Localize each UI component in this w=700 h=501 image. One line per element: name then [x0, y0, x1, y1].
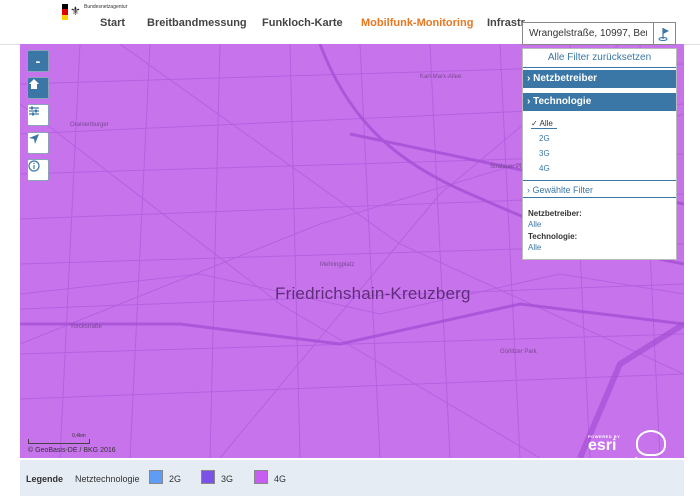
summary-value-netzbetreiber: Alle [528, 220, 542, 229]
filter-section-technologie[interactable]: › Technologie [523, 93, 676, 111]
legend-swatch-2g [149, 470, 163, 484]
home-icon [29, 79, 39, 89]
section-label: Technologie [533, 96, 592, 107]
navigation-arrow-icon [29, 134, 39, 144]
summary-value-technologie: Alle [528, 243, 542, 252]
address-search-input[interactable] [529, 26, 647, 40]
esri-text: esri [588, 437, 617, 454]
filter-panel: Alle Filter zurücksetzen › Netzbetreiber… [522, 48, 677, 260]
locate-button[interactable] [27, 132, 49, 154]
zafaco-text: zafaco [626, 456, 651, 458]
chosen-filters-label: Gewählte Filter [532, 185, 594, 195]
section-label: Netzbetreiber [533, 73, 598, 84]
home-button[interactable] [27, 77, 49, 99]
agency-name: Bundesnetzagentur [84, 4, 128, 10]
zafaco-logo: zafaco [626, 430, 666, 458]
tech-option-4g[interactable]: 4G [539, 164, 550, 173]
legend-label-4g: 4G [274, 474, 287, 484]
map-flag-icon [658, 27, 669, 41]
scale-bar [28, 439, 90, 444]
filter-section-netzbetreiber[interactable]: › Netzbetreiber [523, 70, 676, 88]
street-label: Oranienburger [70, 122, 109, 128]
summary-label-technologie: Technologie: [528, 232, 578, 241]
nav-start[interactable]: Start [100, 17, 125, 29]
nav-infrastruktur[interactable]: Infrastr [487, 17, 525, 29]
address-search [522, 22, 676, 45]
nav-mobilfunk-monitoring[interactable]: Mobilfunk-Monitoring [361, 17, 473, 29]
sliders-icon [29, 106, 39, 116]
legend-label-3g: 3G [221, 474, 234, 484]
nav-funkloch-karte[interactable]: Funkloch-Karte [262, 17, 343, 29]
tech-option-3g[interactable]: 3G [539, 149, 550, 158]
esri-logo: POWERED BY esri [588, 434, 620, 455]
street-label: Görlitzer Park [500, 349, 537, 355]
street-label: Karl-Marx-Allee [420, 74, 462, 80]
legend-subtitle: Netztechnologie [75, 474, 140, 484]
tech-option-2g[interactable]: 2G [539, 134, 550, 143]
scale-label: 0,4km [72, 433, 86, 439]
legend-swatch-4g [254, 470, 268, 484]
legend-label-2g: 2G [169, 474, 182, 484]
reset-filters-button[interactable]: Alle Filter zurücksetzen [523, 49, 676, 68]
chosen-filters-toggle[interactable]: › Gewählte Filter [523, 180, 676, 198]
search-location-button[interactable] [653, 23, 675, 44]
info-button[interactable] [27, 159, 49, 181]
street-label: Yorckstraße [70, 324, 102, 330]
legend-swatch-3g [201, 470, 215, 484]
tech-option-alle[interactable]: ✓ Alle [531, 119, 557, 129]
german-flag-icon [62, 4, 68, 20]
street-label: Mehringplatz [320, 262, 355, 268]
option-label: Alle [539, 119, 553, 128]
zoom-out-button[interactable]: - [27, 50, 49, 72]
map-legend: Legende Netztechnologie 2G 3G 4G [20, 460, 684, 496]
map-copyright: © GeoBasis-DE / BKG 2016 [28, 447, 116, 454]
nav-breitbandmessung[interactable]: Breitbandmessung [147, 17, 247, 29]
elephant-icon [636, 430, 666, 456]
legend-title: Legende [26, 474, 64, 484]
summary-label-netzbetreiber: Netzbetreiber: [528, 209, 582, 218]
eagle-icon: ⚜ [70, 4, 81, 18]
info-icon [28, 160, 40, 172]
layer-settings-button[interactable] [27, 104, 49, 126]
district-label: Friedrichshain-Kreuzberg [275, 284, 471, 303]
